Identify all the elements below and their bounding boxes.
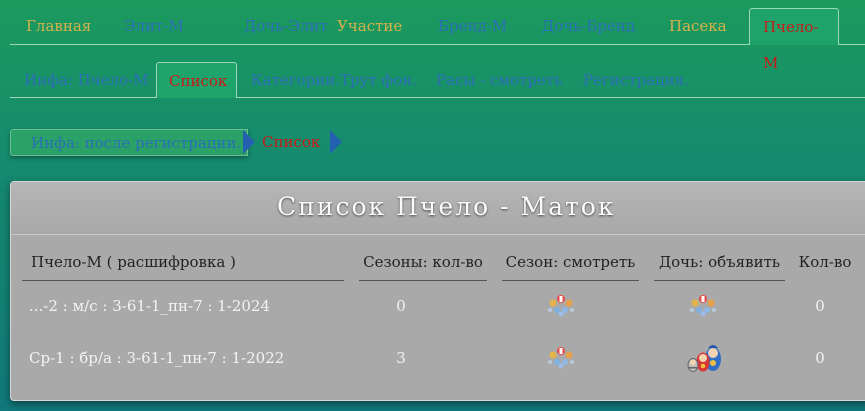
row-count: 0 bbox=[815, 297, 825, 315]
tab-brand-m[interactable]: Бренд-М bbox=[425, 8, 520, 44]
row-name[interactable]: Ср-1 : бр/а : 3-61-1_пн-7 : 1-2022 bbox=[29, 349, 349, 367]
tab-daughter-brand[interactable]: Дочь-Бренд bbox=[529, 8, 648, 44]
queen-list-panel: Список Пчело - Маток Пчело-М ( расшифров… bbox=[10, 181, 865, 401]
breadcrumb-separator-icon bbox=[243, 130, 255, 154]
col-header-daughter-announce: Дочь: объявить bbox=[654, 244, 785, 281]
bee-cluster-icon[interactable] bbox=[545, 342, 577, 370]
col-header-name: Пчело-М ( расшифровка ) bbox=[22, 244, 344, 281]
row-name[interactable]: ...-2 : м/с : 3-61-1_пн-7 : 1-2024 bbox=[29, 297, 349, 315]
col-header-count: Кол-во bbox=[798, 253, 852, 271]
panel-title: Список Пчело - Маток bbox=[277, 192, 616, 221]
subtab-categories[interactable]: Категории.Трут фон. bbox=[239, 62, 429, 97]
tab-elite-m[interactable]: Элит-М bbox=[111, 8, 197, 44]
breadcrumb-current: Список bbox=[262, 133, 321, 151]
tab-participation[interactable]: Участие bbox=[324, 8, 415, 44]
row-seasons: 0 bbox=[396, 297, 406, 315]
sub-tab-bar: Инфа: Пчело-М Список Категории.Трут фон.… bbox=[10, 62, 865, 98]
subtab-breeds[interactable]: Расы - смотреть bbox=[424, 62, 574, 97]
row-count: 0 bbox=[815, 349, 825, 367]
tab-home[interactable]: Главная bbox=[13, 8, 104, 44]
subtab-list[interactable]: Список bbox=[156, 62, 237, 98]
panel-header: Список Пчело - Маток bbox=[11, 182, 865, 235]
col-header-seasons: Сезоны: кол-во bbox=[359, 244, 487, 281]
row-seasons: 3 bbox=[396, 349, 406, 367]
main-tab-bar: Главная Элит-М Дочь-Элит Участие Бренд-М… bbox=[10, 8, 865, 72]
breadcrumb-info-after-registration[interactable]: Инфа: после регистрации. bbox=[10, 129, 248, 156]
bee-cluster-icon[interactable] bbox=[687, 290, 719, 318]
matryoshka-dolls-icon[interactable] bbox=[685, 340, 723, 372]
breadcrumb-end-icon bbox=[330, 130, 342, 154]
subtab-registration[interactable]: Регистрация. bbox=[571, 62, 701, 97]
subtab-info[interactable]: Инфа: Пчело-М bbox=[12, 62, 160, 97]
col-header-season-view: Сезон: смотреть bbox=[502, 244, 639, 281]
tab-bee-queen[interactable]: Пчело-М bbox=[749, 8, 839, 72]
bee-cluster-icon[interactable] bbox=[545, 290, 577, 318]
tab-apiary[interactable]: Пасека bbox=[656, 8, 740, 44]
